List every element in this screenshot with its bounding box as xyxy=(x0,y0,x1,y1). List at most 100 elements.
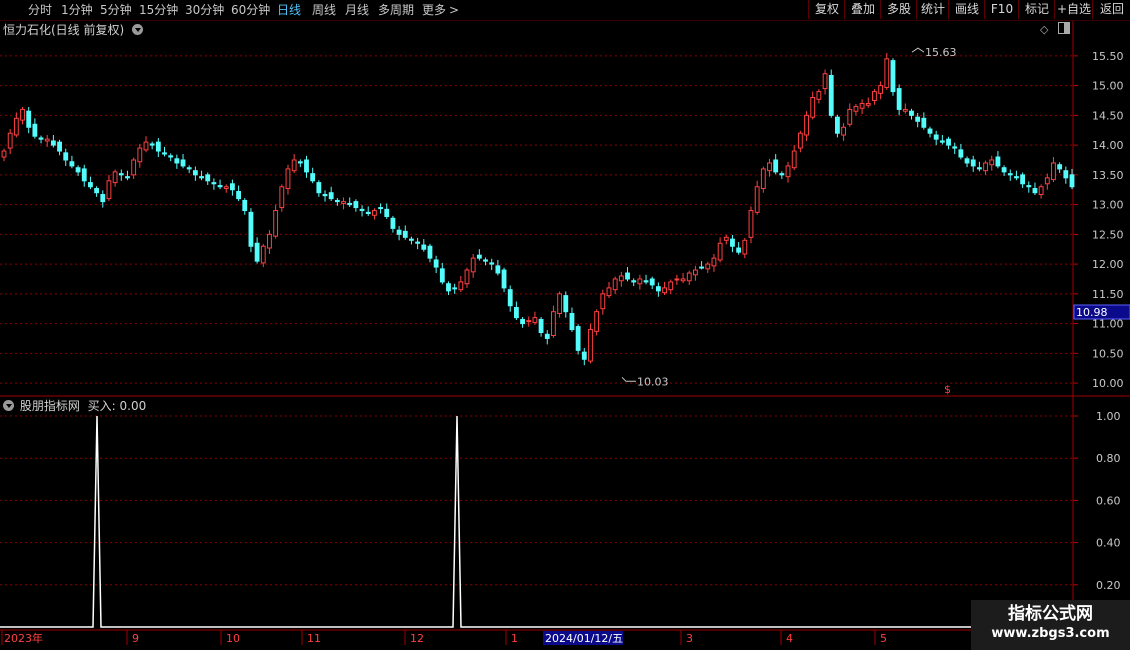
candle-body xyxy=(57,141,62,152)
candle xyxy=(69,155,75,169)
chevron-down-icon[interactable] xyxy=(3,400,14,411)
panel-toggle-icon[interactable] xyxy=(1057,22,1070,34)
candle-body xyxy=(137,147,143,163)
candle xyxy=(390,215,396,233)
candle-body xyxy=(946,138,951,146)
time-tick-label: 3 xyxy=(686,632,693,645)
candle-body xyxy=(421,244,427,250)
candle-body xyxy=(155,141,161,152)
candle xyxy=(94,186,100,197)
candle xyxy=(125,170,130,181)
price-tick-label: 12.00 xyxy=(1092,258,1124,271)
high-marker xyxy=(911,47,925,53)
candle xyxy=(13,112,19,138)
candle xyxy=(927,126,933,138)
candle xyxy=(952,142,958,155)
chevron-down-icon[interactable] xyxy=(132,24,144,35)
candle-body xyxy=(162,152,167,155)
candle-body xyxy=(902,108,908,112)
indicator-name: 股朋指标网 xyxy=(19,399,80,413)
candle xyxy=(785,161,791,183)
candle-body xyxy=(976,167,982,170)
candle xyxy=(267,230,272,254)
candle xyxy=(581,347,587,366)
candle xyxy=(810,91,816,120)
candle xyxy=(452,283,458,294)
candle xyxy=(989,155,995,171)
candle xyxy=(409,236,414,245)
candle xyxy=(476,249,482,261)
candle xyxy=(520,317,525,328)
indicator-tick-label: 1.00 xyxy=(1096,410,1121,423)
low-marker xyxy=(621,376,636,382)
candle xyxy=(754,180,760,215)
time-tick-label: 1 xyxy=(511,632,518,645)
candle xyxy=(1063,166,1069,184)
candle-body xyxy=(149,143,155,146)
candle-body xyxy=(767,162,772,172)
candle xyxy=(841,123,846,141)
chart-controls: ◇ xyxy=(1040,22,1070,38)
candle-body xyxy=(100,193,106,203)
candle-body xyxy=(285,168,291,190)
cursor-date-label: 2024/01/12/五 xyxy=(545,632,623,645)
diamond-icon[interactable]: ◇ xyxy=(1040,23,1048,36)
candle-body xyxy=(125,176,130,179)
candle-body xyxy=(1038,186,1044,195)
candle xyxy=(149,141,155,150)
candle xyxy=(970,155,976,172)
candle-body xyxy=(538,318,544,334)
candle xyxy=(890,58,896,96)
candle-body xyxy=(847,108,853,125)
time-tick-label: 5 xyxy=(880,632,887,645)
candle xyxy=(618,271,624,287)
candle xyxy=(230,179,235,196)
candle xyxy=(711,253,717,272)
candle-body xyxy=(797,132,803,149)
candle-body xyxy=(402,230,408,238)
candle-body xyxy=(909,110,914,116)
candle-body xyxy=(106,180,112,200)
candle-body xyxy=(581,351,587,360)
candle-body xyxy=(834,116,840,134)
chart-title: 恒力石化(日线 前复权) xyxy=(3,23,125,37)
candle xyxy=(143,136,149,153)
candle-body xyxy=(359,208,365,212)
candle-body xyxy=(557,293,563,314)
candle-body xyxy=(995,156,1001,167)
candle xyxy=(736,242,742,255)
candle-body xyxy=(637,278,643,285)
price-tick-label: 11.50 xyxy=(1092,288,1124,301)
candle xyxy=(797,130,803,153)
candle-body xyxy=(88,182,93,188)
buy-signal-line xyxy=(0,415,1072,628)
candle xyxy=(872,89,877,105)
candle-body xyxy=(439,268,445,283)
candle-body xyxy=(723,236,729,241)
candle-body xyxy=(495,265,501,274)
candle-body xyxy=(625,272,630,280)
candle xyxy=(649,276,655,290)
candle-body xyxy=(1044,177,1050,185)
candle xyxy=(680,273,686,284)
candle-body xyxy=(1001,167,1007,173)
candle xyxy=(606,281,612,299)
kline-chart[interactable]: 15.50 15.00 14.50 14.00 13.50 13.00 12.50 12.00… xyxy=(0,0,1130,650)
indicator-series-value: 买入: 0.00 xyxy=(87,399,147,413)
candle-body xyxy=(544,333,550,339)
candle-body xyxy=(575,326,581,351)
candle-body xyxy=(612,278,618,291)
candle xyxy=(279,184,285,212)
candle-body xyxy=(520,318,525,325)
candle-body xyxy=(131,159,137,176)
candle xyxy=(804,111,809,141)
candle-body xyxy=(112,171,118,184)
candle xyxy=(563,291,569,318)
indicator-title-bar: 股朋指标网 买入: 0.00 xyxy=(3,398,146,414)
chart-title-bar: 恒力石化(日线 前复权) xyxy=(3,21,144,39)
candle xyxy=(489,258,495,271)
candle xyxy=(427,243,433,263)
candle-body xyxy=(853,105,859,112)
candle-body xyxy=(872,91,877,101)
candle-body xyxy=(483,259,488,262)
